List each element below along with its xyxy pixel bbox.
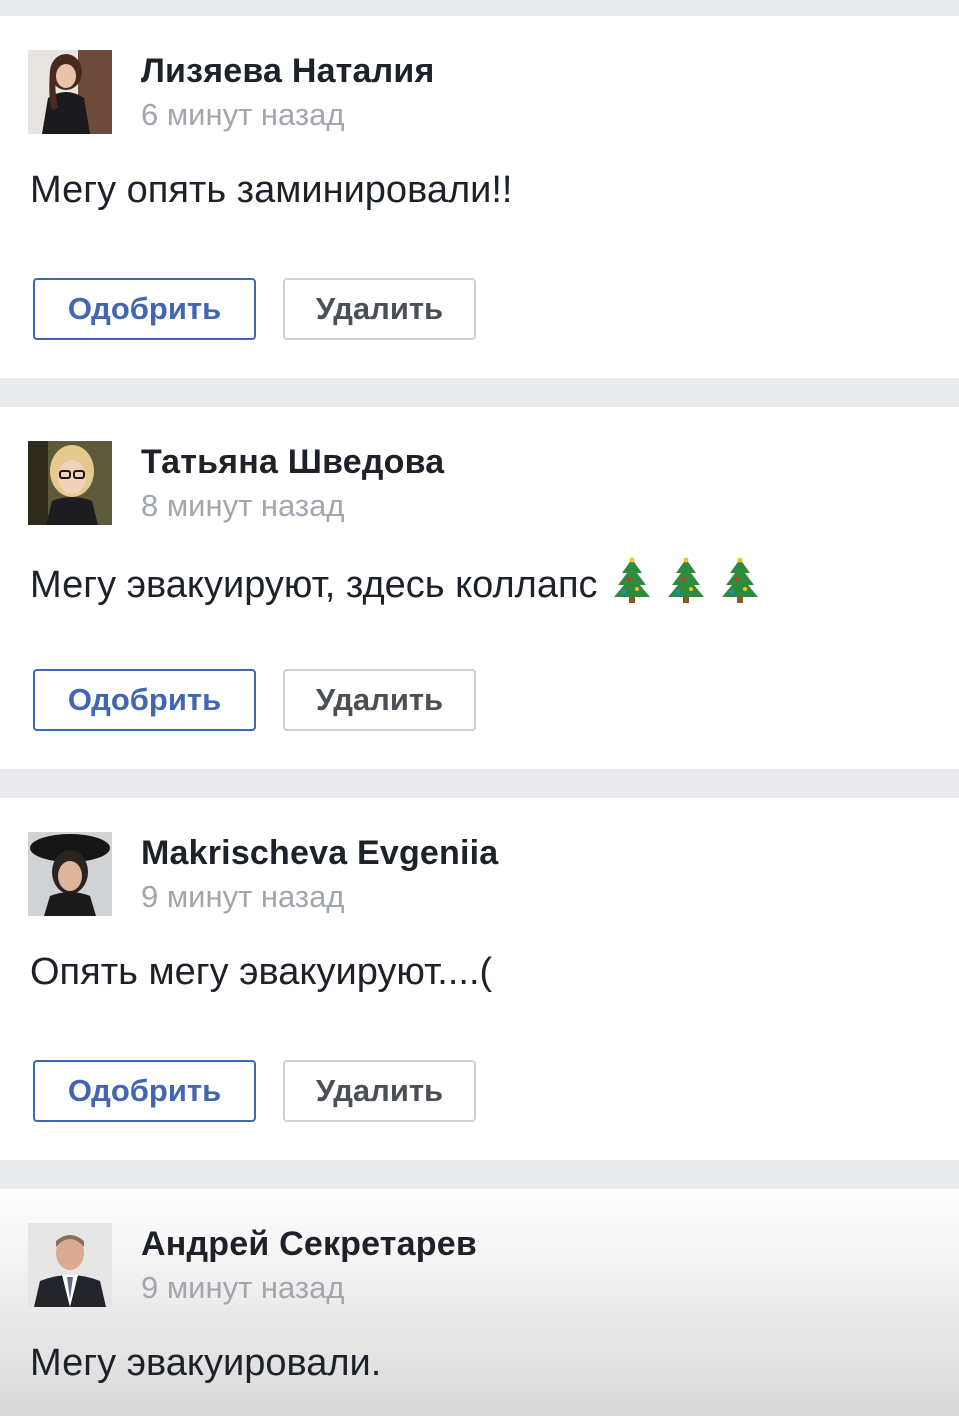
post-card: Татьяна Шведова 8 минут назад Мегу эваку… [0,407,959,769]
delete-button[interactable]: Удалить [283,278,476,340]
approve-button[interactable]: Одобрить [33,669,256,731]
post-card: Андрей Секретарев 9 минут назад Мегу эва… [0,1189,959,1416]
moderation-feed: Лизяева Наталия 6 минут назад Мегу опять… [0,0,959,1416]
comment-text: Опять мегу эвакуируют....( [30,951,493,993]
avatar[interactable] [28,832,112,916]
comment-text: Мегу эвакуируют, здесь коллапс [30,564,598,606]
christmas-tree-icon [613,557,650,603]
author-name[interactable]: Андрей Секретарев [141,1225,477,1264]
post-timestamp[interactable]: 6 минут назад [141,97,344,133]
approve-button[interactable]: Одобрить [33,278,256,340]
avatar-photo-man-suit [28,1223,112,1307]
author-name[interactable]: Лизяева Наталия [141,52,435,91]
post-card: Makrischeva Evgeniia 9 минут назад Опять… [0,798,959,1160]
christmas-tree-icon [667,557,704,603]
author-name[interactable]: Makrischeva Evgeniia [141,834,498,873]
avatar[interactable] [28,50,112,134]
avatar-photo-woman-glasses [28,441,112,525]
avatar-photo-woman [28,50,112,134]
post-timestamp[interactable]: 8 минут назад [141,488,344,524]
comment-text: Мегу опять заминировали!! [30,169,513,211]
post-card: Лизяева Наталия 6 минут назад Мегу опять… [0,16,959,378]
post-timestamp[interactable]: 9 минут назад [141,1270,344,1306]
post-timestamp[interactable]: 9 минут назад [141,879,344,915]
delete-button[interactable]: Удалить [283,669,476,731]
comment-text-line: Мегу эвакуируют, здесь коллапс [30,557,760,607]
author-name[interactable]: Татьяна Шведова [141,443,444,482]
avatar-photo-woman-hat [28,832,112,916]
christmas-tree-icon [721,557,758,603]
delete-button[interactable]: Удалить [283,1060,476,1122]
avatar[interactable] [28,1223,112,1307]
comment-text: Мегу эвакуировали. [30,1342,382,1384]
approve-button[interactable]: Одобрить [33,1060,256,1122]
avatar[interactable] [28,441,112,525]
